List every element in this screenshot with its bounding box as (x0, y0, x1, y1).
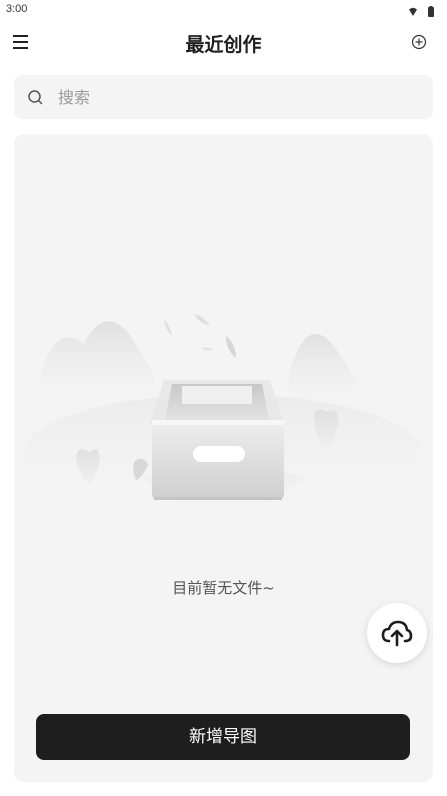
search-input[interactable] (58, 75, 418, 119)
empty-box-illustration (23, 314, 423, 534)
upload-button[interactable] (367, 603, 427, 663)
top-app-bar: 最近创作 (0, 22, 447, 62)
battery-icon (428, 6, 434, 17)
app-screen: 3:00 最近创作 搜索 目前暂无文件~ 新增导图 (0, 0, 447, 796)
add-circle-icon (411, 34, 427, 50)
wifi-icon (409, 7, 417, 16)
search-bar[interactable] (14, 75, 433, 119)
add-button[interactable] (409, 32, 429, 52)
status-bar: 3:00 (0, 0, 447, 20)
new-mindmap-button[interactable]: 新增导图 (36, 714, 410, 760)
file-list-area: 目前暂无文件~ 新增导图 (14, 134, 433, 782)
empty-state-message: 目前暂无文件~ (172, 579, 275, 597)
search-icon (28, 90, 43, 105)
cloud-upload-icon (381, 620, 413, 647)
page-title: 最近创作 (185, 34, 262, 56)
status-icons (409, 3, 439, 17)
status-time: 3:00 (6, 3, 28, 15)
